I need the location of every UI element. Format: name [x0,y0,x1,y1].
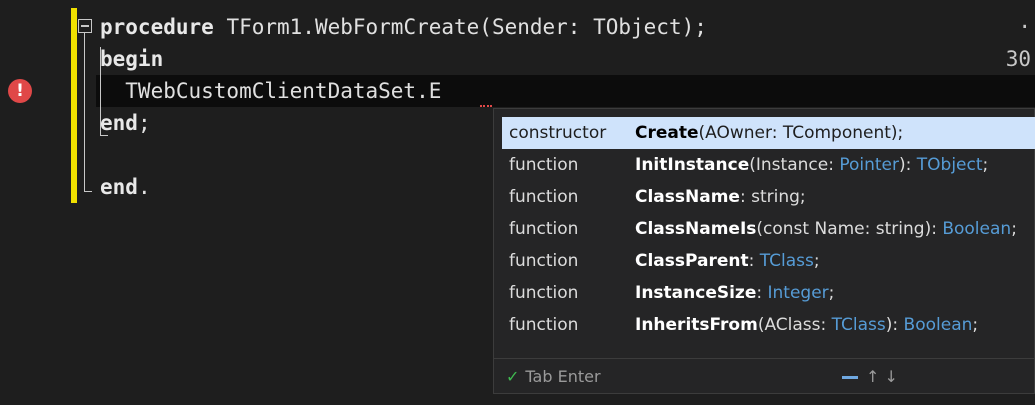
check-icon: ✓ [506,367,520,386]
completion-item[interactable]: function ClassNameIs(const Name: string)… [502,213,1035,245]
keyword: end [100,175,138,199]
completion-args: ): [885,315,904,335]
code-text: ; [137,111,151,135]
popup-footer: ✓ Tab Enter [506,364,601,390]
completion-kind: function [509,251,579,271]
completion-args: : [748,251,760,271]
completion-args: ; [828,283,835,303]
completion-signature: InstanceSize: Integer; [635,277,834,309]
arrow-keys: ↑ ↓ [866,367,898,386]
completion-name: ClassNameIs [635,219,757,239]
completion-signature: InheritsFrom(AClass: TClass): Boolean; [635,309,978,341]
completion-args: : [756,283,768,303]
completion-name: InitInstance [635,155,750,175]
completion-signature: ClassName: string; [635,181,806,213]
code-text: TForm1.WebFormCreate(Sender: TObject); [213,15,707,39]
completion-item[interactable]: function ClassParent: TClass; [502,245,1035,277]
completion-args: (Instance: [749,155,840,175]
completion-type: TClass [831,315,886,335]
code-text: . [137,175,151,199]
completion-kind: constructor [509,123,607,143]
completion-args: : string; [739,187,806,207]
code-line[interactable]: procedure TForm1.WebFormCreate(Sender: T… [100,11,707,43]
completion-kind: function [509,315,579,335]
completion-args: ; [1011,219,1017,239]
code-line-current[interactable]: TWebCustomClientDataSet.E [100,75,441,107]
completion-type: TClass [759,251,814,271]
completion-name: ClassParent [635,251,749,271]
minus-icon [842,376,858,379]
line-number: · [1018,15,1031,39]
code-line[interactable]: end; [100,107,151,139]
popup-divider [494,358,1034,359]
fold-guide-end [84,191,92,192]
completion-args: (AClass: [757,315,832,335]
completion-args: (AOwner: TComponent); [698,123,904,143]
completion-item[interactable]: function InitInstance(Instance: Pointer)… [502,149,1035,181]
completion-type: Boolean [903,315,973,335]
completion-kind: function [509,219,579,239]
fold-collapse-icon[interactable] [78,19,92,33]
completion-signature: InitInstance(Instance: Pointer): TObject… [635,149,988,181]
completion-item[interactable]: function InstanceSize: Integer; [502,277,1035,309]
code-line[interactable]: end. [100,171,151,203]
completion-type: Pointer [839,155,899,175]
fold-guide [84,33,85,191]
completion-args: ): [899,155,917,175]
completion-type: Boolean [942,219,1012,239]
code-completion-popup[interactable]: constructor Create(AOwner: TComponent); … [493,108,1035,394]
completion-kind: function [509,187,579,207]
completion-signature: Create(AOwner: TComponent); [635,117,903,149]
completion-item[interactable]: constructor Create(AOwner: TComponent); [502,117,1035,149]
popup-nav-hint: ↑ ↓ [842,364,898,390]
editor-gutter [0,0,70,405]
modified-lines-bar [71,8,77,203]
completion-type: TObject [916,155,983,175]
line-number: 30 [1005,47,1031,71]
completion-signature: ClassParent: TClass; [635,245,820,277]
completion-args: ; [813,251,820,271]
completion-type: Integer [767,283,829,303]
completion-item[interactable]: function InheritsFrom(AClass: TClass): B… [502,309,1035,341]
error-squiggle [480,101,492,107]
keyword: procedure [100,15,214,39]
completion-item[interactable]: function ClassName: string; [502,181,1035,213]
completion-args: (const Name: string): [756,219,943,239]
code-text: TWebCustomClientDataSet.E [100,79,442,103]
keyword: begin [100,47,164,71]
keyword: end [100,111,138,135]
code-line[interactable]: begin [100,43,163,75]
completion-signature: ClassNameIs(const Name: string): Boolean… [635,213,1017,245]
completion-args: ; [982,155,989,175]
footer-hint: Tab Enter [525,367,601,386]
completion-args: ; [972,315,979,335]
completion-name: InstanceSize [635,283,757,303]
completion-kind: function [509,155,579,175]
completion-name: ClassName [635,187,740,207]
completion-name: Create [635,123,699,143]
completion-name: InheritsFrom [635,315,758,335]
error-icon[interactable]: ! [8,79,32,103]
completion-kind: function [509,283,579,303]
